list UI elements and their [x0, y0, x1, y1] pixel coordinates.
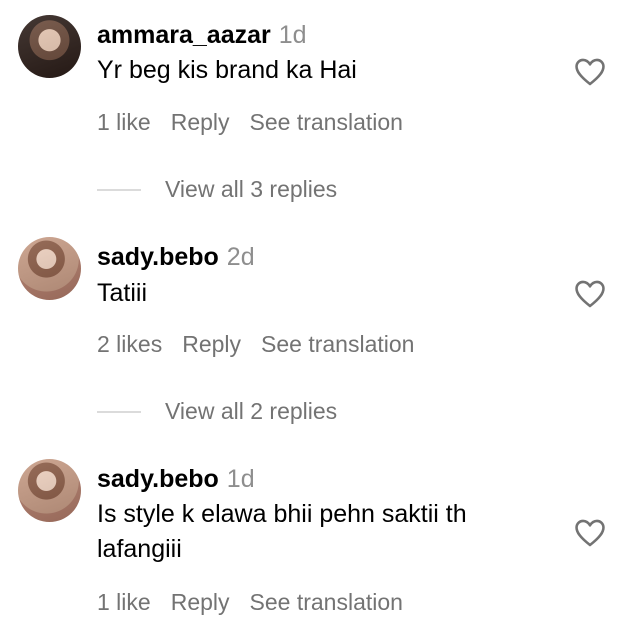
timestamp[interactable]: 2d: [227, 243, 255, 271]
timestamp[interactable]: 1d: [279, 21, 307, 49]
see-translation-button[interactable]: See translation: [261, 331, 414, 357]
username[interactable]: sady.bebo: [97, 465, 219, 493]
replies-divider: [97, 189, 141, 191]
reply-button[interactable]: Reply: [171, 589, 230, 615]
comment-text: Tatiii: [97, 279, 148, 307]
comment-header: sady.bebo 1d: [97, 464, 255, 494]
view-replies-label: View all 2 replies: [165, 398, 338, 424]
comment-header: sady.bebo 2d: [97, 242, 255, 272]
comment-actions: 2 likes Reply See translation: [97, 330, 434, 358]
avatar[interactable]: [18, 15, 81, 78]
username[interactable]: ammara_aazar: [97, 21, 271, 49]
reply-button[interactable]: Reply: [171, 109, 230, 135]
see-translation-button[interactable]: See translation: [250, 109, 403, 135]
comment-header: ammara_aazar 1d: [97, 20, 307, 50]
likes-count[interactable]: 2 likes: [97, 331, 162, 357]
heart-icon[interactable]: [573, 277, 607, 311]
heart-icon[interactable]: [573, 516, 607, 550]
view-replies-label: View all 3 replies: [165, 176, 338, 202]
heart-icon[interactable]: [573, 55, 607, 89]
likes-count[interactable]: 1 like: [97, 109, 151, 135]
avatar[interactable]: [18, 237, 81, 300]
username[interactable]: sady.bebo: [97, 243, 219, 271]
likes-count[interactable]: 1 like: [97, 589, 151, 615]
comment-text: Yr beg kis brand ka Hai: [97, 56, 357, 84]
avatar[interactable]: [18, 459, 81, 522]
replies-divider: [97, 411, 141, 413]
timestamp[interactable]: 1d: [227, 465, 255, 493]
see-translation-button[interactable]: See translation: [250, 589, 403, 615]
comment-text: Is style k elawa bhii pehn saktii th laf…: [97, 500, 467, 563]
comment-actions: 1 like Reply See translation: [97, 588, 423, 616]
reply-button[interactable]: Reply: [182, 331, 241, 357]
comment-actions: 1 like Reply See translation: [97, 108, 423, 136]
